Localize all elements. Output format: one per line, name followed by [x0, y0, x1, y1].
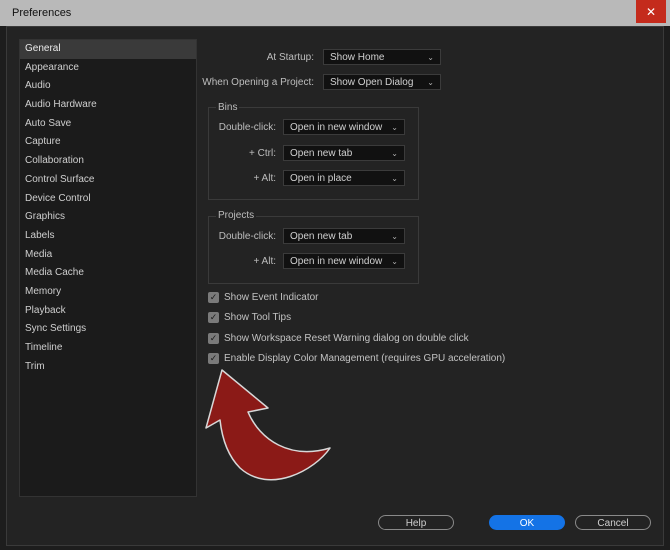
checkmark-icon: ✓ — [209, 332, 218, 343]
at-startup-value: Show Home — [330, 52, 385, 63]
opening-project-value: Show Open Dialog — [330, 77, 414, 88]
bins-alt-dropdown[interactable]: Open in place ⌄ — [283, 170, 405, 186]
bins-alt-value: Open in place — [290, 173, 352, 184]
bins-group-title: Bins — [216, 102, 240, 113]
workspace-reset-warning-checkbox[interactable]: ✓ — [208, 332, 219, 344]
bins-ctrl-dropdown[interactable]: Open new tab ⌄ — [283, 145, 405, 161]
projects-group-title: Projects — [216, 210, 257, 221]
sidebar-item-capture[interactable]: Capture — [20, 133, 196, 152]
ok-button[interactable]: OK — [489, 515, 565, 530]
preferences-window: Preferences ✕ General Appearance Audio A… — [0, 0, 670, 550]
sidebar-item-general[interactable]: General — [20, 40, 196, 59]
projects-alt-dropdown[interactable]: Open in new window ⌄ — [283, 253, 405, 269]
chevron-down-icon: ⌄ — [391, 123, 398, 132]
bins-double-click-label: Double-click: — [218, 122, 276, 133]
sidebar-item-collaboration[interactable]: Collaboration — [20, 152, 196, 171]
title-bar: Preferences ✕ — [0, 0, 670, 26]
help-button[interactable]: Help — [378, 515, 454, 530]
sidebar-item-labels[interactable]: Labels — [20, 227, 196, 246]
opening-project-dropdown[interactable]: Show Open Dialog ⌄ — [323, 74, 441, 90]
category-list: General Appearance Audio Audio Hardware … — [19, 39, 197, 497]
workspace-reset-warning-label: Show Workspace Reset Warning dialog on d… — [224, 332, 469, 344]
at-startup-label: At Startup: — [266, 52, 314, 63]
chevron-down-icon: ⌄ — [427, 78, 434, 87]
close-button[interactable]: ✕ — [636, 0, 666, 23]
sidebar-item-appearance[interactable]: Appearance — [20, 59, 196, 78]
sidebar-item-device-control[interactable]: Device Control — [20, 190, 196, 209]
chevron-down-icon: ⌄ — [391, 174, 398, 183]
chevron-down-icon: ⌄ — [391, 149, 398, 158]
sidebar-item-auto-save[interactable]: Auto Save — [20, 115, 196, 134]
projects-double-click-value: Open new tab — [290, 231, 353, 242]
show-event-indicator-option[interactable]: ✓ Show Event Indicator — [208, 290, 319, 304]
sidebar-item-sync-settings[interactable]: Sync Settings — [20, 320, 196, 339]
close-icon: ✕ — [645, 4, 657, 19]
sidebar-item-audio[interactable]: Audio — [20, 77, 196, 96]
bins-alt-label: + Alt: — [253, 173, 276, 184]
bins-ctrl-label: + Ctrl: — [249, 148, 276, 159]
bins-ctrl-value: Open new tab — [290, 148, 353, 159]
sidebar-item-playback[interactable]: Playback — [20, 302, 196, 321]
chevron-down-icon: ⌄ — [391, 232, 398, 241]
chevron-down-icon: ⌄ — [427, 53, 434, 62]
show-tool-tips-label: Show Tool Tips — [224, 311, 292, 323]
chevron-down-icon: ⌄ — [391, 257, 398, 266]
sidebar-item-audio-hardware[interactable]: Audio Hardware — [20, 96, 196, 115]
projects-double-click-label: Double-click: — [218, 231, 276, 242]
sidebar-item-control-surface[interactable]: Control Surface — [20, 171, 196, 190]
sidebar-item-media-cache[interactable]: Media Cache — [20, 264, 196, 283]
show-tool-tips-option[interactable]: ✓ Show Tool Tips — [208, 310, 291, 324]
sidebar-item-graphics[interactable]: Graphics — [20, 208, 196, 227]
projects-group — [208, 216, 419, 284]
opening-project-label: When Opening a Project: — [202, 77, 314, 88]
bins-double-click-value: Open in new window — [290, 122, 383, 133]
show-tool-tips-checkbox[interactable]: ✓ — [208, 311, 219, 323]
cancel-button[interactable]: Cancel — [575, 515, 651, 530]
show-event-indicator-label: Show Event Indicator — [224, 291, 319, 303]
sidebar-item-media[interactable]: Media — [20, 246, 196, 265]
show-event-indicator-checkbox[interactable]: ✓ — [208, 291, 219, 303]
workspace-reset-warning-option[interactable]: ✓ Show Workspace Reset Warning dialog on… — [208, 331, 469, 345]
checkmark-icon: ✓ — [209, 311, 218, 322]
sidebar-item-trim[interactable]: Trim — [20, 358, 196, 377]
at-startup-dropdown[interactable]: Show Home ⌄ — [323, 49, 441, 65]
sidebar-item-timeline[interactable]: Timeline — [20, 339, 196, 358]
window-title: Preferences — [12, 7, 72, 19]
projects-double-click-dropdown[interactable]: Open new tab ⌄ — [283, 228, 405, 244]
checkmark-icon: ✓ — [209, 291, 218, 302]
bins-double-click-dropdown[interactable]: Open in new window ⌄ — [283, 119, 405, 135]
annotation-arrow-icon — [205, 369, 331, 481]
sidebar-item-memory[interactable]: Memory — [20, 283, 196, 302]
projects-alt-label: + Alt: — [253, 256, 276, 267]
projects-alt-value: Open in new window — [290, 256, 383, 267]
